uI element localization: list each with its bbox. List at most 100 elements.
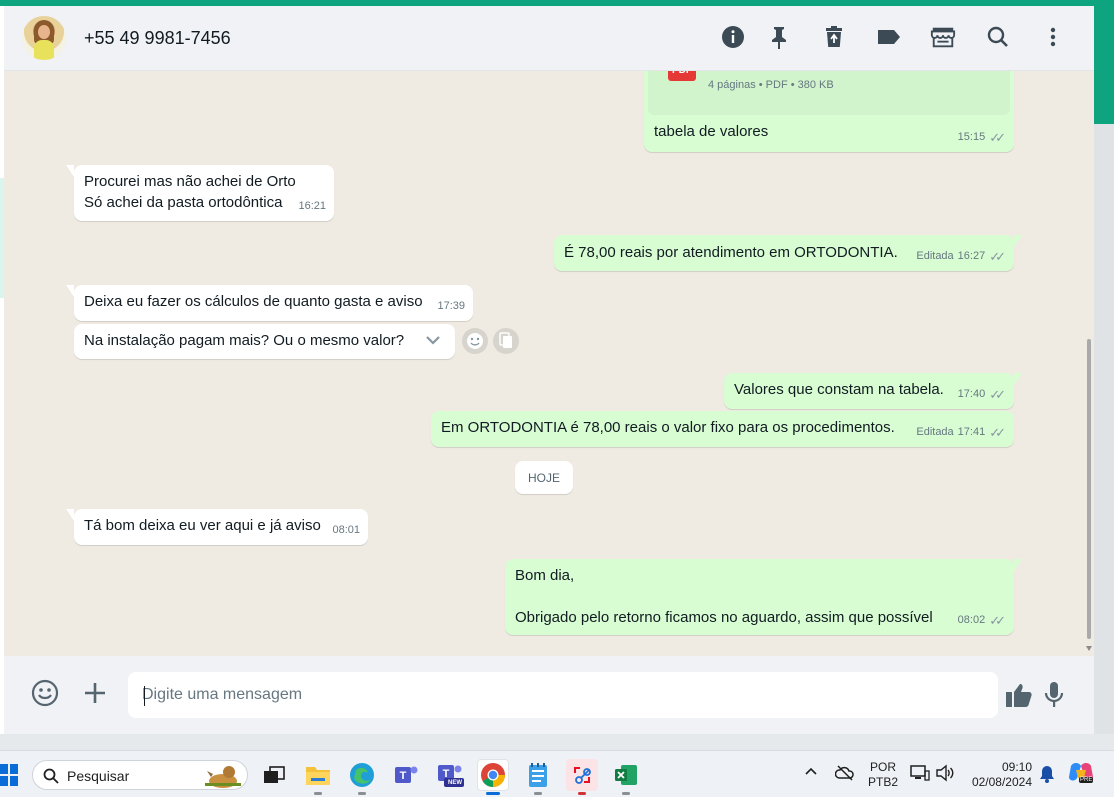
search-icon[interactable] bbox=[985, 24, 1011, 50]
search-icon bbox=[43, 768, 59, 784]
notepad-icon[interactable] bbox=[522, 759, 554, 795]
pdf-icon: PDF bbox=[668, 71, 696, 81]
message-time: 17:40 bbox=[957, 388, 986, 400]
taskbar-search-label: Pesquisar bbox=[67, 768, 130, 784]
message-text: Bom dia, Obrigado pelo retorno ficamos n… bbox=[515, 567, 933, 626]
attach-plus-icon[interactable] bbox=[80, 678, 110, 708]
clock[interactable]: 09:10 02/08/2024 bbox=[966, 760, 1032, 790]
input-language[interactable]: POR PTB2 bbox=[866, 760, 900, 790]
read-ticks-icon: ✓✓ bbox=[989, 613, 1006, 628]
message-input[interactable] bbox=[128, 672, 998, 718]
bubble-tail bbox=[1014, 235, 1022, 247]
taskbar-search[interactable]: Pesquisar bbox=[32, 760, 248, 790]
message-time: 08:01 bbox=[332, 524, 360, 536]
message-outgoing[interactable]: Bom dia, Obrigado pelo retorno ficamos n… bbox=[505, 559, 1022, 635]
message-time: 15:15 bbox=[957, 131, 986, 143]
microphone-icon[interactable] bbox=[1040, 680, 1068, 710]
copy-icon[interactable] bbox=[493, 328, 519, 354]
tray-overflow-chevron-icon[interactable] bbox=[804, 765, 818, 784]
message-time: 17:41 bbox=[957, 426, 986, 438]
right-accent-bar bbox=[1094, 6, 1114, 124]
chat-header: +55 49 9981-7456 bbox=[4, 6, 1094, 71]
teams-classic-icon[interactable]: T bbox=[390, 759, 422, 791]
bubble-tail bbox=[66, 165, 74, 177]
app-window: +55 49 9981-7456 PDF 4 páginas • PDF bbox=[0, 0, 1114, 797]
network-icon[interactable] bbox=[910, 764, 930, 787]
message-outgoing[interactable]: Valores que constam na tabela. 17:40 ✓✓ bbox=[724, 373, 1022, 409]
message-list[interactable]: PDF 4 páginas • PDF • 380 KB tabela de v… bbox=[4, 71, 1094, 656]
search-highlight-icon bbox=[205, 766, 241, 788]
read-ticks-icon: ✓✓ bbox=[989, 425, 1006, 440]
message-time: 17:39 bbox=[437, 300, 465, 312]
pdf-meta: 4 páginas • PDF • 380 KB bbox=[708, 79, 834, 91]
edge-icon[interactable] bbox=[346, 759, 378, 795]
svg-text:T: T bbox=[400, 770, 407, 782]
bubble-tail bbox=[1014, 373, 1022, 385]
message-time: 16:21 bbox=[298, 200, 326, 212]
notification-bell-icon[interactable] bbox=[1040, 765, 1054, 788]
react-emoji-icon[interactable] bbox=[462, 328, 488, 354]
scrollbar-thumb[interactable] bbox=[1087, 339, 1091, 639]
teams-new-badge: NEW bbox=[448, 780, 462, 786]
message-text: Na instalação pagam mais? Ou o mesmo val… bbox=[84, 332, 405, 349]
message-text: Deixa eu fazer os cálculos de quanto gas… bbox=[84, 293, 423, 310]
message-text: É 78,00 reais por atendimento em ORTODON… bbox=[564, 244, 898, 261]
edited-label: Editada bbox=[916, 426, 954, 438]
onedrive-offline-icon[interactable] bbox=[834, 764, 855, 787]
composer-bar bbox=[4, 656, 1094, 734]
info-icon[interactable] bbox=[720, 24, 746, 50]
message-text: Em ORTODONTIA é 78,00 reais o valor fixo… bbox=[441, 419, 895, 436]
read-ticks-icon: ✓✓ bbox=[989, 130, 1006, 145]
pin-icon[interactable] bbox=[766, 24, 792, 50]
pdf-attachment[interactable]: PDF 4 páginas • PDF • 380 KB bbox=[648, 71, 1010, 115]
read-ticks-icon: ✓✓ bbox=[989, 387, 1006, 402]
copilot-icon[interactable]: PRE bbox=[1068, 761, 1096, 789]
teams-new-icon[interactable]: T NEW bbox=[434, 759, 466, 791]
message-meta: 17:40 ✓✓ bbox=[958, 384, 1006, 405]
message-incoming[interactable]: Deixa eu fazer os cálculos de quanto gas… bbox=[66, 285, 473, 321]
task-view-icon[interactable] bbox=[258, 759, 290, 791]
delete-icon[interactable] bbox=[821, 24, 847, 50]
message-text: Tá bom deixa eu ver aqui e já aviso bbox=[84, 517, 321, 534]
message-outgoing[interactable]: Em ORTODONTIA é 78,00 reais o valor fixo… bbox=[431, 411, 1014, 447]
day-divider: HOJE bbox=[515, 461, 573, 494]
message-meta: 08:01 bbox=[332, 520, 360, 541]
desktop-gap bbox=[0, 734, 1114, 750]
message-meta: 08:02 ✓✓ bbox=[958, 610, 1006, 631]
message-meta: 16:21 bbox=[298, 196, 326, 217]
edited-label: Editada bbox=[916, 250, 954, 262]
clock-time: 09:10 bbox=[1001, 760, 1032, 774]
text-caret bbox=[144, 686, 145, 706]
volume-icon[interactable] bbox=[935, 764, 955, 787]
excel-icon[interactable] bbox=[610, 759, 642, 795]
message-incoming[interactable]: Na instalação pagam mais? Ou o mesmo val… bbox=[74, 324, 455, 359]
menu-icon[interactable] bbox=[1040, 24, 1066, 50]
windows-taskbar: Pesquisar T T NEW POR PTB2 09:10 02/08/2… bbox=[0, 750, 1114, 797]
contact-avatar[interactable] bbox=[22, 16, 66, 60]
copilot-pre-badge: PRE bbox=[1079, 777, 1094, 783]
message-options-chevron-icon[interactable] bbox=[424, 332, 442, 353]
thumbs-up-icon[interactable] bbox=[1004, 680, 1034, 710]
message-meta: Editada 17:41 ✓✓ bbox=[916, 422, 1006, 443]
emoji-icon[interactable] bbox=[30, 678, 60, 708]
message-incoming[interactable]: Tá bom deixa eu ver aqui e já aviso 08:0… bbox=[66, 509, 368, 545]
clock-date: 02/08/2024 bbox=[971, 775, 1032, 789]
contact-name[interactable]: +55 49 9981-7456 bbox=[84, 28, 231, 49]
keyboard-layout: PTB2 bbox=[867, 775, 898, 789]
scrollbar[interactable] bbox=[1085, 71, 1094, 656]
bubble-tail bbox=[66, 509, 74, 521]
snipping-tool-icon[interactable] bbox=[566, 759, 598, 795]
label-icon[interactable] bbox=[876, 24, 902, 50]
file-explorer-icon[interactable] bbox=[302, 759, 334, 795]
message-meta: 15:15 ✓✓ bbox=[958, 127, 1006, 148]
message-outgoing[interactable]: É 78,00 reais por atendimento em ORTODON… bbox=[554, 235, 1022, 271]
message-meta: 17:39 bbox=[437, 296, 465, 317]
bubble-tail bbox=[1014, 559, 1022, 571]
right-side-panel bbox=[1094, 124, 1114, 734]
message-incoming[interactable]: Procurei mas não achei de Orto Só achei … bbox=[66, 165, 334, 221]
store-icon[interactable] bbox=[930, 24, 956, 50]
message-outgoing[interactable]: PDF 4 páginas • PDF • 380 KB tabela de v… bbox=[644, 71, 1014, 152]
chrome-icon[interactable] bbox=[477, 759, 509, 795]
windows-start-icon[interactable] bbox=[0, 764, 18, 786]
scroll-down-icon[interactable] bbox=[1086, 646, 1092, 651]
